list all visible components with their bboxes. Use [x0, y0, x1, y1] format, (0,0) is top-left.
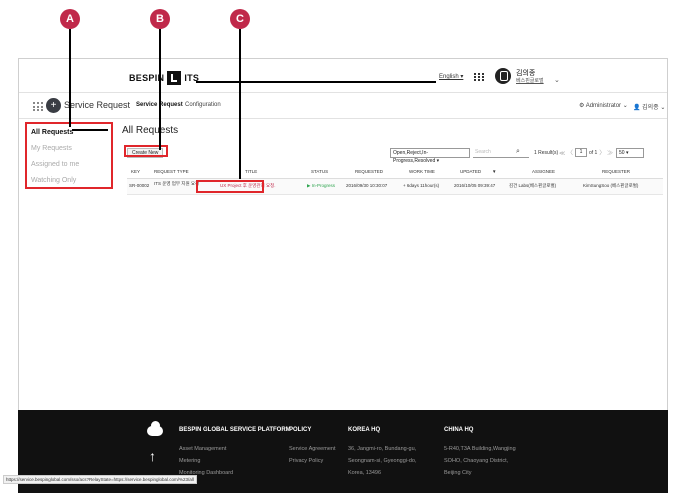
marker-b: B [150, 9, 170, 29]
footer-china-address-1: 5-R40,T3A Building,Wangjing [444, 446, 516, 452]
marker-a: A [60, 9, 80, 29]
callout-line-sidebar [72, 129, 108, 131]
cloud-icon [147, 421, 163, 436]
col-updated[interactable]: UPDATED [460, 169, 481, 174]
footer-policy-heading: POLICY [289, 427, 312, 433]
chevron-down-icon[interactable]: ⌄ [554, 76, 560, 84]
user-avatar[interactable] [495, 68, 511, 84]
app-name: Service Request [64, 100, 131, 110]
page-title: All Requests [122, 125, 179, 136]
row-requester: KimSungSoo (베스핀글로벌) [583, 183, 639, 188]
tab-configuration[interactable]: Configuration [185, 102, 221, 108]
col-work-time[interactable]: WORK TIME [409, 169, 435, 174]
pager-next-buttons[interactable]: 〉 ≫ [599, 148, 613, 157]
search-icon[interactable]: ⌕ [516, 148, 520, 156]
col-title[interactable]: TITLE [245, 169, 257, 174]
footer-link-privacy-policy[interactable]: Privacy Policy [289, 458, 323, 464]
user-org[interactable]: 베스핀글로벌 [516, 77, 544, 84]
footer-korea-address-3: Korea, 13496 [348, 470, 382, 476]
page-size-select[interactable]: 50 ▾ [616, 148, 644, 158]
toolbar: Create New Open,Reject,In-Progress,Resol… [127, 148, 663, 164]
row-updated: 2016/10/05 09:39:47 [454, 183, 496, 188]
table-header: KEY REQUEST TYPE TITLE STATUS REQUESTED … [127, 165, 663, 179]
app-menu-icon[interactable] [33, 102, 43, 112]
row-status: ▶ In-Progress [307, 183, 335, 188]
footer-link-asset-management[interactable]: Asset Management [179, 446, 226, 452]
footer-platform-heading: BESPIN GLOBAL SERVICE PLATFORM [179, 427, 291, 433]
apps-grid-icon[interactable] [474, 73, 484, 81]
app-nav-bar: + Service Request Service Request Config… [19, 93, 667, 119]
callout-line-header [196, 81, 436, 83]
highlight-sidebar [25, 122, 113, 189]
row-requested: 2016/09/30 10:30:07 [346, 183, 388, 188]
row-key: SR-00002 [129, 183, 150, 188]
scroll-top-icon[interactable]: ↑ [149, 448, 156, 464]
highlight-create-button [124, 145, 168, 157]
result-count: 1 Result(s) [534, 150, 559, 156]
row-work-time: + 6days 11hour(s) [403, 183, 440, 188]
footer-korea-address-2: Seongnam-si, Gyeonggi-do, [348, 458, 417, 464]
profile-menu[interactable]: 👤 김의종 ⌄ [633, 102, 665, 111]
col-status[interactable]: STATUS [311, 169, 328, 174]
pager-prev-buttons[interactable]: ≪ 〈 [559, 148, 573, 157]
col-request-type[interactable]: REQUEST TYPE [154, 169, 189, 174]
page-total: of 1 [588, 149, 598, 156]
footer-link-service-agreement[interactable]: Service Agreement [289, 446, 335, 452]
pagination: ≪ 〈 1 of 1 〉 ≫ [559, 148, 613, 157]
footer-china-address-2: SOHO, Chaoyang District, [444, 458, 509, 464]
marker-c: C [230, 9, 250, 29]
language-selector[interactable]: English ▾ [439, 73, 463, 80]
footer-link-metering[interactable]: Metering [179, 458, 200, 464]
top-bar: BESPIN ITS English ▾ 김의종 베스핀글로벌 ⌄ [19, 59, 667, 93]
service-request-icon: + [46, 98, 61, 113]
footer-korea-heading: KOREA HQ [348, 427, 381, 433]
footer-china-heading: CHINA HQ [444, 427, 474, 433]
callout-line-b [159, 29, 161, 150]
administrator-menu[interactable]: ⚙ Administrator ⌄ [579, 102, 628, 109]
footer-china-address-3: Beijing City [444, 470, 472, 476]
status-filter-select[interactable]: Open,Reject,In-Progress,Resolved ▾ [390, 148, 470, 164]
logo-mark-icon [167, 71, 182, 85]
status-bar-url: https://service.bespinglobal.com/sso/acs… [3, 475, 197, 484]
callout-line-c [239, 29, 241, 179]
col-key[interactable]: KEY [131, 169, 140, 174]
page-number-input[interactable]: 1 [574, 148, 587, 157]
sort-desc-icon[interactable]: ▼ [492, 169, 496, 174]
col-requester[interactable]: REQUESTER [602, 169, 630, 174]
search-input[interactable]: Search [473, 148, 529, 158]
row-assignee: 김건 Labs(베스핀글로벌) [509, 183, 557, 188]
brand-logo[interactable]: BESPIN ITS [129, 71, 199, 85]
callout-line-a [69, 29, 71, 127]
footer-korea-address-1: 36, Jangmi-ro, Bundang-gu, [348, 446, 417, 452]
col-requested[interactable]: REQUESTED [355, 169, 383, 174]
main-content: All Requests Create New Open,Reject,In-P… [119, 125, 664, 195]
highlight-title-link [196, 180, 264, 193]
col-assignee[interactable]: ASSIGNEE [532, 169, 555, 174]
